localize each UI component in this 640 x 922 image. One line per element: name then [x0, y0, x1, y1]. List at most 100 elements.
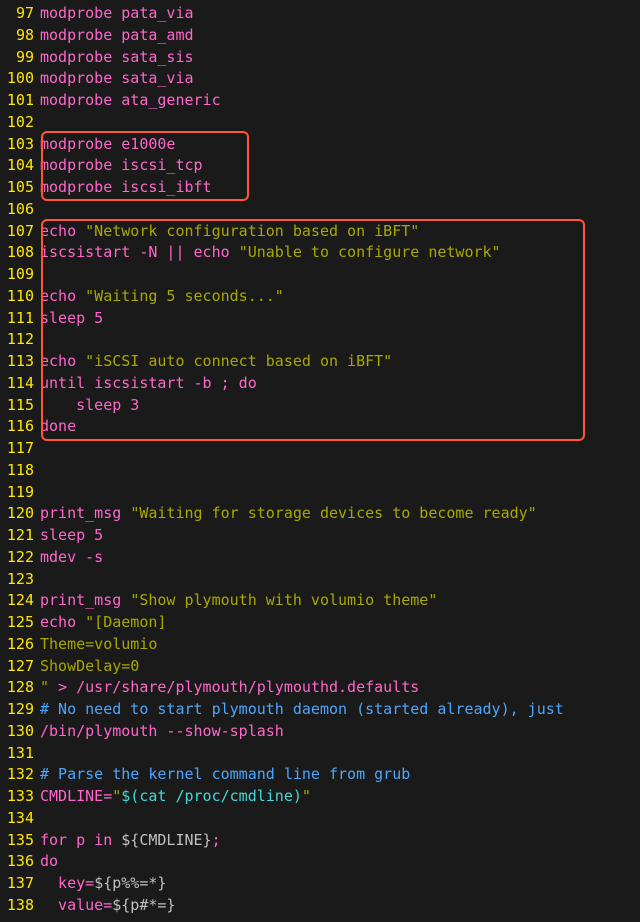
token: $(cat /proc/cmdline)	[121, 787, 302, 805]
code-line: modprobe ata_generic	[40, 90, 640, 112]
token: "Waiting 5 seconds..."	[85, 287, 284, 305]
line-number: 130	[0, 721, 34, 743]
token: modprobe iscsi_tcp	[40, 156, 203, 174]
token: > /usr/share/plymouth/plymouthd.defaults	[49, 678, 419, 696]
token: sleep 5	[40, 526, 103, 544]
line-number: 133	[0, 786, 34, 808]
token: "Network configuration based on iBFT"	[85, 222, 419, 240]
token: sleep 5	[40, 309, 103, 327]
code-line	[40, 199, 640, 221]
line-number: 129	[0, 699, 34, 721]
code-line: modprobe pata_via	[40, 3, 640, 25]
code-line: /bin/plymouth --show-splash	[40, 721, 640, 743]
code-line: sleep 5	[40, 308, 640, 330]
code-line: iscsistart -N || echo "Unable to configu…	[40, 242, 640, 264]
token: "Show plymouth with volumio theme"	[130, 591, 437, 609]
line-number: 99	[0, 47, 34, 69]
code-area: modprobe pata_viamodprobe pata_amdmodpro…	[40, 0, 640, 917]
line-number: 107	[0, 221, 34, 243]
line-number: 102	[0, 112, 34, 134]
line-number: 118	[0, 460, 34, 482]
code-line: print_msg "Waiting for storage devices t…	[40, 503, 640, 525]
token: echo	[40, 352, 85, 370]
line-number: 121	[0, 525, 34, 547]
token: done	[40, 417, 76, 435]
token: "[Daemon]	[85, 613, 166, 631]
line-number: 123	[0, 569, 34, 591]
token: "	[302, 787, 311, 805]
line-number: 109	[0, 264, 34, 286]
code-line: echo "iSCSI auto connect based on iBFT"	[40, 351, 640, 373]
line-number: 132	[0, 764, 34, 786]
line-number: 103	[0, 134, 34, 156]
line-number: 117	[0, 438, 34, 460]
code-line: until iscsistart -b ; do	[40, 373, 640, 395]
token: "	[112, 787, 121, 805]
token: ${CMDLINE}	[121, 831, 211, 849]
token: echo	[40, 613, 85, 631]
line-number-gutter: 979899100101102103104105106107108109110 1…	[0, 0, 40, 917]
code-line: modprobe sata_sis	[40, 47, 640, 69]
token: mdev -s	[40, 548, 103, 566]
code-line: done	[40, 416, 640, 438]
token: sleep 3	[40, 396, 139, 414]
line-number: 128	[0, 677, 34, 699]
token: ${p#*=}	[112, 896, 175, 914]
line-number: 119	[0, 482, 34, 504]
code-line: for p in ${CMDLINE};	[40, 830, 640, 852]
code-line: modprobe e1000e	[40, 134, 640, 156]
code-line: CMDLINE="$(cat /proc/cmdline)"	[40, 786, 640, 808]
line-number: 110	[0, 286, 34, 308]
token: key=	[40, 874, 94, 892]
code-line	[40, 743, 640, 765]
code-line: echo "Waiting 5 seconds..."	[40, 286, 640, 308]
code-line: sleep 3	[40, 395, 640, 417]
line-number: 134	[0, 808, 34, 830]
code-line: value=${p#*=}	[40, 895, 640, 917]
line-number: 108	[0, 242, 34, 264]
token: # No need to start plymouth daemon (star…	[40, 700, 564, 718]
token: # Parse the kernel command line from gru…	[40, 765, 410, 783]
line-number: 112	[0, 329, 34, 351]
code-line: modprobe pata_amd	[40, 25, 640, 47]
line-number: 105	[0, 177, 34, 199]
line-number: 116	[0, 416, 34, 438]
line-number: 106	[0, 199, 34, 221]
code-line: do	[40, 851, 640, 873]
token: iscsistart -N || echo	[40, 243, 239, 261]
line-number: 136	[0, 851, 34, 873]
line-number: 131	[0, 743, 34, 765]
code-line: sleep 5	[40, 525, 640, 547]
token: modprobe iscsi_ibft	[40, 178, 212, 196]
line-number: 104	[0, 155, 34, 177]
token: modprobe sata_via	[40, 69, 194, 87]
token: Theme=volumio	[40, 635, 157, 653]
token: for p in	[40, 831, 121, 849]
line-number: 135	[0, 830, 34, 852]
line-number: 127	[0, 656, 34, 678]
token: ${p%%=*}	[94, 874, 166, 892]
token: echo	[40, 287, 85, 305]
token: modprobe ata_generic	[40, 91, 221, 109]
code-line	[40, 264, 640, 286]
line-number: 114	[0, 373, 34, 395]
line-number: 101	[0, 90, 34, 112]
line-number: 113	[0, 351, 34, 373]
code-line: modprobe iscsi_ibft	[40, 177, 640, 199]
token: modprobe sata_sis	[40, 48, 194, 66]
code-line: mdev -s	[40, 547, 640, 569]
code-line: " > /usr/share/plymouth/plymouthd.defaul…	[40, 677, 640, 699]
line-number: 98	[0, 25, 34, 47]
line-number: 120	[0, 503, 34, 525]
token: "iSCSI auto connect based on iBFT"	[85, 352, 392, 370]
code-line: # Parse the kernel command line from gru…	[40, 764, 640, 786]
code-line: modprobe iscsi_tcp	[40, 155, 640, 177]
line-number: 97	[0, 3, 34, 25]
token: modprobe pata_amd	[40, 26, 194, 44]
code-line: print_msg "Show plymouth with volumio th…	[40, 590, 640, 612]
token: ;	[212, 831, 221, 849]
token: "Unable to configure network"	[239, 243, 501, 261]
line-number: 138	[0, 895, 34, 917]
code-line: ShowDelay=0	[40, 656, 640, 678]
line-number: 100	[0, 68, 34, 90]
